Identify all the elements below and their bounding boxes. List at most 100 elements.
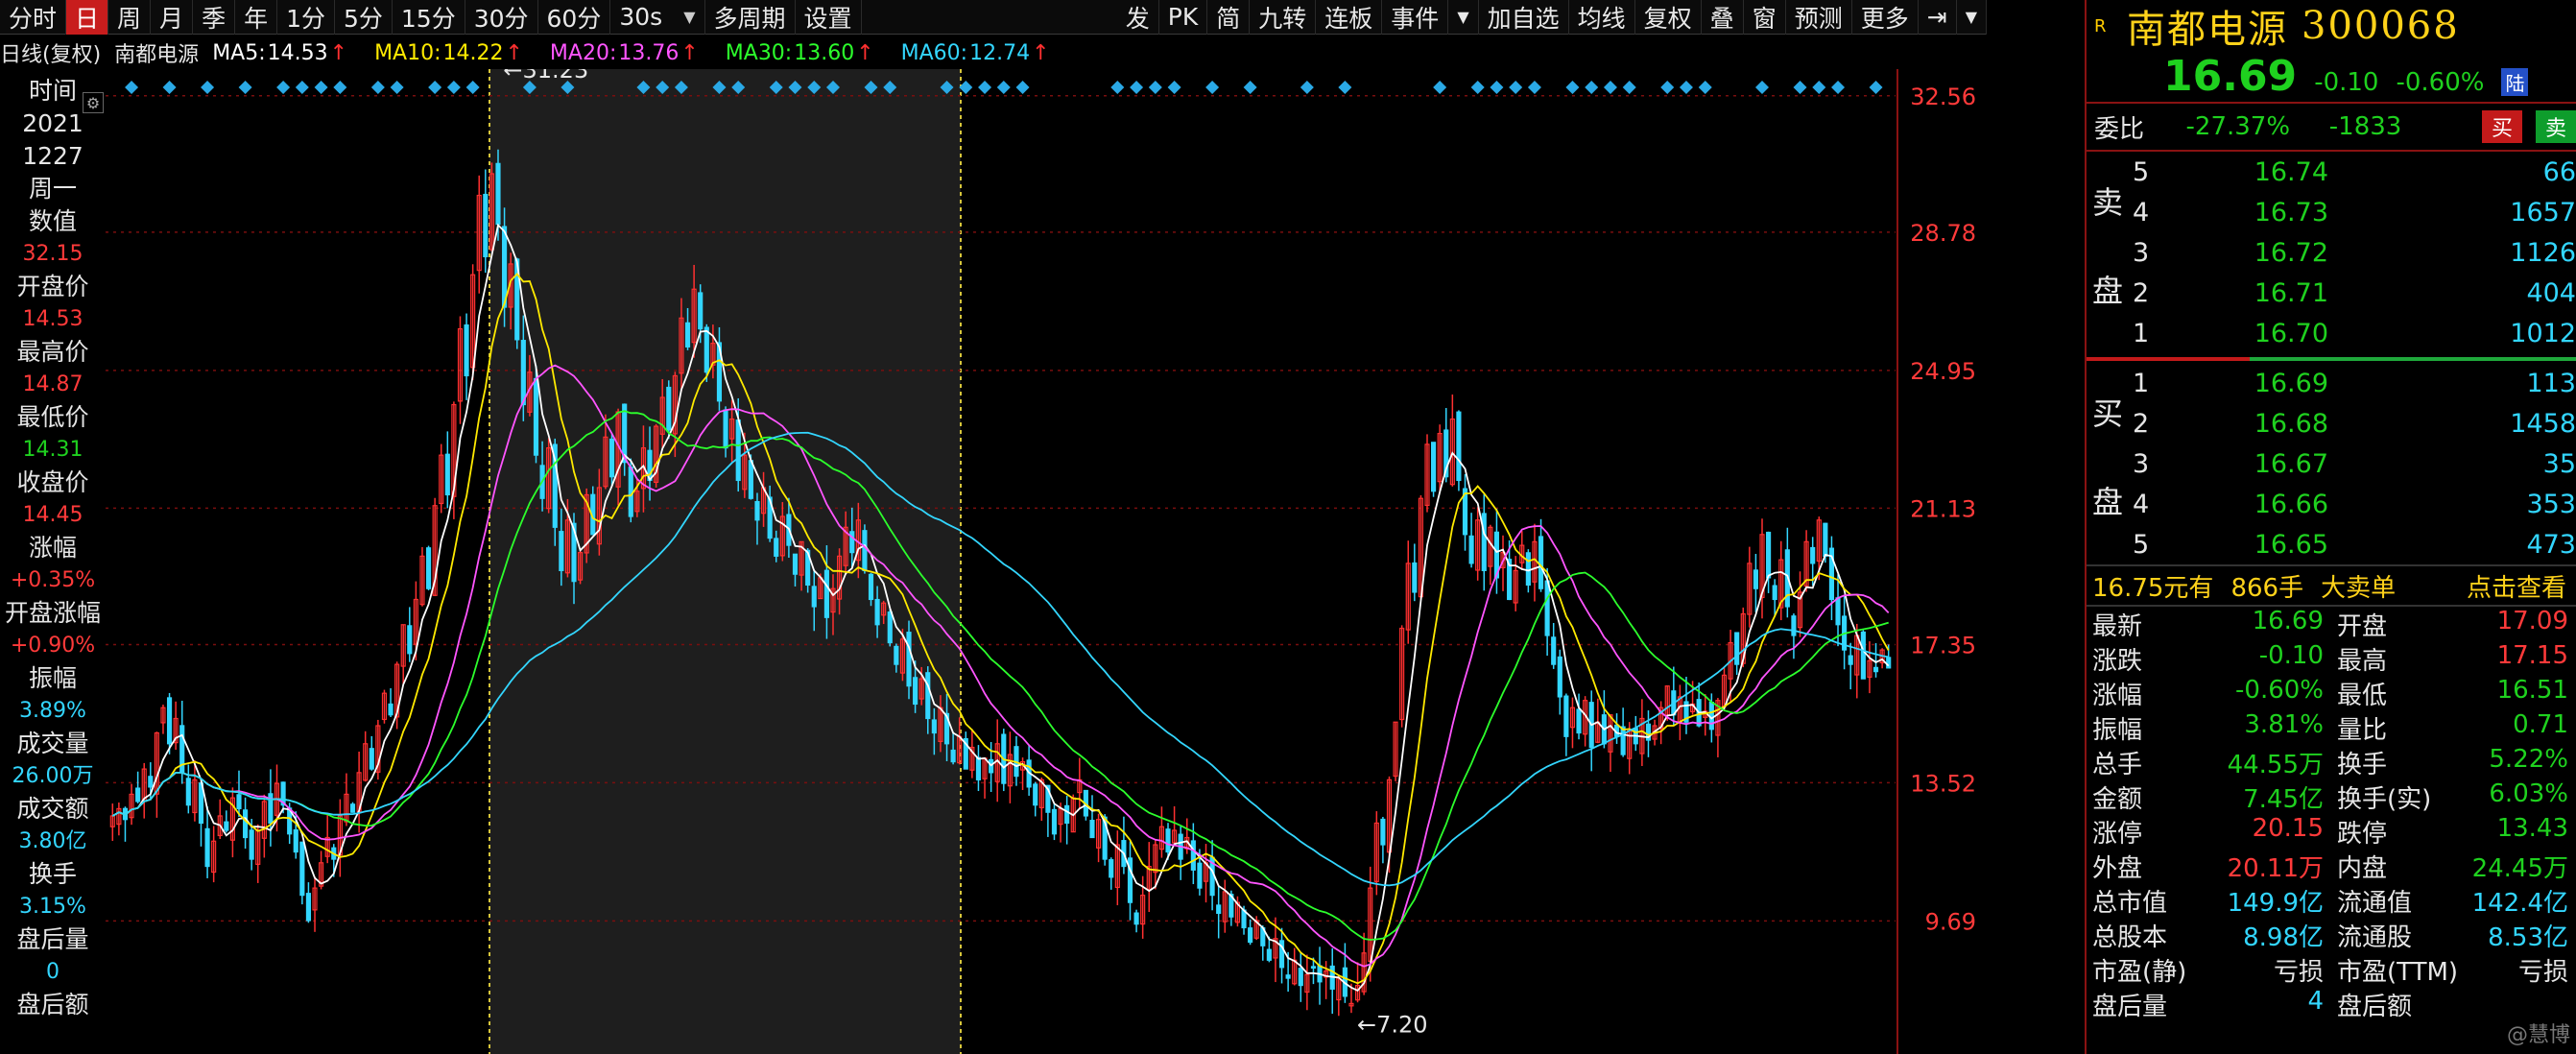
candle-body[interactable] — [698, 292, 704, 330]
period-tab[interactable]: 分时 — [0, 0, 67, 35]
candle-body[interactable] — [1431, 442, 1437, 492]
sell-button[interactable]: 卖 — [2535, 110, 2576, 143]
candle-body[interactable] — [1310, 966, 1317, 970]
period-tab[interactable]: 周 — [108, 0, 152, 35]
event-diamond[interactable] — [295, 81, 309, 94]
candle-body[interactable] — [349, 803, 356, 813]
bid-level[interactable]: 3 16.67 35 — [2087, 443, 2576, 484]
candle-body[interactable] — [1197, 862, 1203, 889]
event-diamond[interactable] — [1110, 81, 1125, 94]
candle-body[interactable] — [931, 719, 937, 734]
candle-body[interactable] — [204, 827, 210, 868]
candle-body[interactable] — [299, 841, 305, 897]
candle-body[interactable] — [628, 467, 633, 517]
candle-body[interactable] — [388, 703, 394, 716]
candle-body[interactable] — [1089, 819, 1095, 839]
candle-body[interactable] — [236, 794, 242, 810]
candle-body[interactable] — [1109, 859, 1114, 878]
event-diamond[interactable] — [1015, 81, 1030, 94]
toolbar-button[interactable]: 连板 — [1316, 0, 1383, 35]
period-tab[interactable]: 季 — [193, 0, 236, 35]
bid-level[interactable]: 2 16.68 1458 — [2087, 403, 2576, 443]
event-diamond[interactable] — [370, 81, 385, 94]
event-diamond[interactable] — [1603, 81, 1617, 94]
candle-body[interactable] — [166, 697, 173, 745]
toolbar-button[interactable]: 事件 — [1382, 0, 1449, 35]
event-diamond[interactable] — [1148, 81, 1162, 94]
candle-body[interactable] — [1557, 656, 1562, 698]
candle-body[interactable] — [1285, 974, 1291, 979]
toolbar-button[interactable]: 叠 — [1702, 0, 1744, 35]
toolbar-button[interactable]: 加自选 — [1479, 0, 1569, 35]
candle-body[interactable] — [1298, 968, 1303, 987]
candle-body[interactable] — [305, 893, 312, 922]
candle-body[interactable] — [1216, 904, 1222, 915]
event-diamond[interactable] — [162, 81, 177, 94]
candle-body[interactable] — [293, 828, 298, 853]
event-diamond[interactable] — [1433, 81, 1447, 94]
candle-body[interactable] — [1766, 531, 1772, 579]
candle-body[interactable] — [1823, 522, 1828, 557]
event-diamond[interactable] — [1698, 81, 1712, 94]
candle-body[interactable] — [135, 787, 141, 802]
toolbar-button[interactable]: 预测 — [1786, 0, 1852, 35]
period-tab[interactable]: 年 — [235, 0, 278, 35]
period-tab[interactable]: 日 — [66, 0, 109, 35]
event-diamond[interactable] — [1831, 81, 1846, 94]
event-diamond[interactable] — [1130, 81, 1144, 94]
event-diamond[interactable] — [1565, 81, 1580, 94]
event-diamond[interactable] — [1300, 81, 1314, 94]
candle-body[interactable] — [1481, 513, 1487, 571]
candle-body[interactable] — [1133, 912, 1139, 925]
candle-body[interactable] — [1380, 818, 1386, 846]
chart-type-label[interactable]: 日线(复权) — [0, 37, 101, 68]
candle-body[interactable] — [1412, 562, 1418, 593]
toolbar-button[interactable]: 均线 — [1569, 0, 1635, 35]
candle-body[interactable] — [754, 500, 760, 521]
candle-body[interactable] — [520, 340, 526, 406]
candle-body[interactable] — [1538, 536, 1544, 589]
event-diamond[interactable] — [201, 81, 215, 94]
period-tab[interactable]: 5分 — [335, 0, 393, 35]
candle-body[interactable] — [559, 531, 564, 571]
ask-level[interactable]: 3 16.72 1126 — [2087, 232, 2576, 273]
event-diamond[interactable] — [1660, 81, 1675, 94]
candle-body[interactable] — [975, 756, 982, 780]
candle-body[interactable] — [723, 409, 728, 449]
candle-body[interactable] — [704, 326, 709, 373]
event-diamond[interactable] — [959, 81, 973, 94]
event-diamond[interactable] — [1205, 81, 1220, 94]
candle-body[interactable] — [533, 377, 539, 456]
candle-body[interactable] — [1525, 552, 1531, 587]
candle-body[interactable] — [868, 573, 874, 601]
bid-level[interactable]: 5 16.65 473 — [2087, 524, 2576, 564]
event-diamond[interactable] — [1243, 81, 1257, 94]
big-order-link[interactable]: 点击查看 — [2467, 568, 2566, 604]
candle-body[interactable] — [1165, 828, 1171, 853]
candle-body[interactable] — [501, 226, 508, 308]
candle-body[interactable] — [1551, 636, 1557, 665]
event-diamond[interactable] — [276, 81, 291, 94]
candle-body[interactable] — [906, 632, 912, 687]
candle-body[interactable] — [666, 386, 672, 431]
candle-body[interactable] — [1860, 631, 1866, 680]
toolbar-button[interactable]: 复权 — [1635, 0, 1702, 35]
candle-body[interactable] — [1544, 580, 1550, 636]
candle-body[interactable] — [849, 531, 855, 554]
event-diamond[interactable] — [390, 81, 404, 94]
event-diamond[interactable] — [446, 81, 461, 94]
candle-body[interactable] — [148, 776, 154, 788]
candle-body[interactable] — [1848, 655, 1853, 665]
toolbar-button[interactable]: 九转 — [1250, 0, 1317, 35]
bid-level[interactable]: 1 16.69 113 — [2087, 363, 2576, 403]
candle-body[interactable] — [1791, 615, 1797, 636]
event-diamond[interactable] — [125, 81, 139, 94]
toolbar-button[interactable]: 窗 — [1744, 0, 1786, 35]
candle-body[interactable] — [748, 460, 753, 499]
settings-icon[interactable]: ⚙ — [83, 92, 104, 113]
candle-body[interactable] — [444, 453, 450, 496]
candle-body[interactable] — [887, 611, 893, 644]
candle-body[interactable] — [249, 829, 254, 860]
candle-body[interactable] — [925, 672, 931, 720]
candle-body[interactable] — [1248, 927, 1253, 944]
